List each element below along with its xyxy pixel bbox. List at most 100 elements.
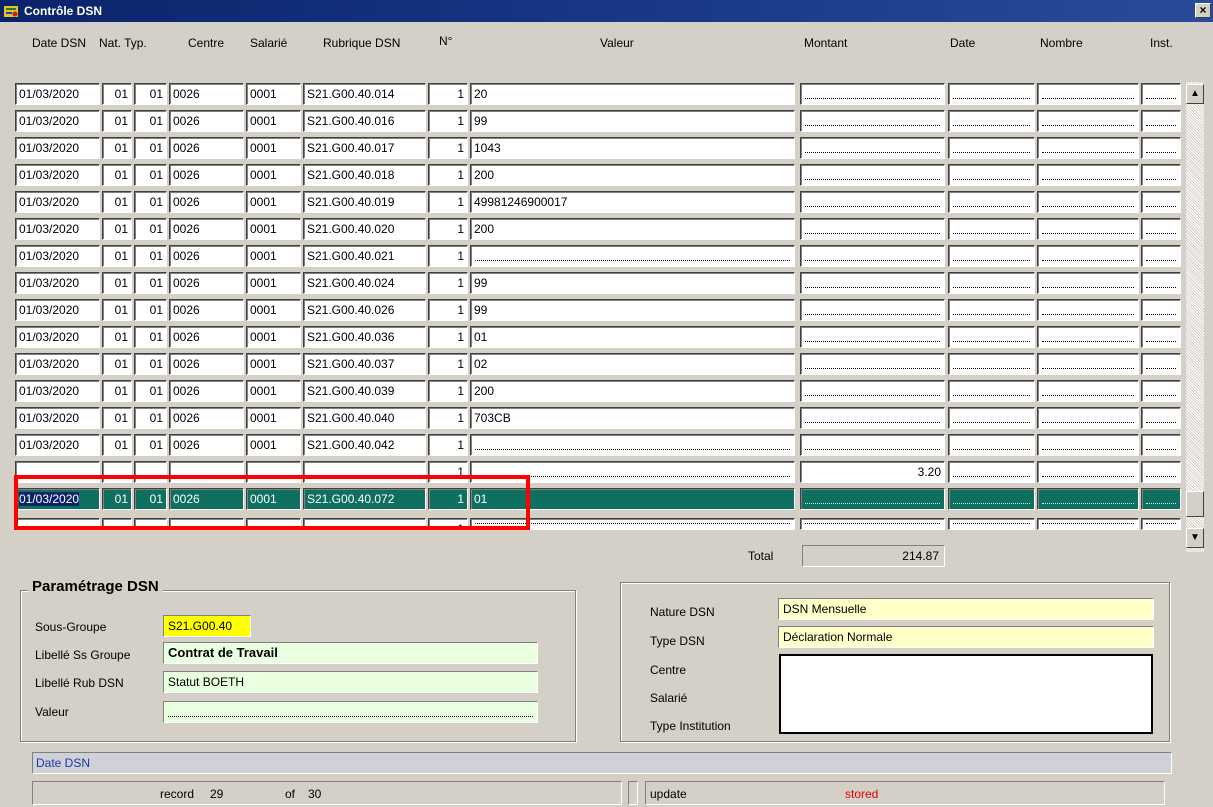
cell-valeur[interactable]: 1043 <box>470 137 795 159</box>
cell-date[interactable]: 01/03/2020 <box>15 326 100 348</box>
cell-centre[interactable]: 0026 <box>169 434 244 456</box>
cell-num[interactable]: 1 <box>428 353 468 375</box>
cell-montant[interactable] <box>800 380 945 402</box>
cell-inst[interactable] <box>1141 353 1181 375</box>
cell-num[interactable]: 1 <box>428 272 468 294</box>
cell-date2[interactable] <box>948 380 1035 402</box>
cell-num[interactable]: 1 <box>428 137 468 159</box>
cell-nat[interactable]: 01 <box>102 272 132 294</box>
cell-valeur[interactable]: 20 <box>470 83 795 105</box>
cell-date2[interactable] <box>948 299 1035 321</box>
cell-num[interactable]: 1 <box>428 407 468 429</box>
valeur-field[interactable] <box>163 701 538 723</box>
scroll-up-icon[interactable]: ▲ <box>1186 84 1204 104</box>
cell-typ[interactable]: 01 <box>134 407 167 429</box>
cell-valeur[interactable]: 49981246900017 <box>470 191 795 213</box>
cell-nat[interactable]: 01 <box>102 137 132 159</box>
cell-nat[interactable]: 01 <box>102 245 132 267</box>
cell-centre[interactable]: 0026 <box>169 191 244 213</box>
cell-salarie[interactable]: 0001 <box>246 272 301 294</box>
cell-typ[interactable]: 01 <box>134 326 167 348</box>
cell-date2[interactable] <box>948 434 1035 456</box>
cell-salarie[interactable]: 0001 <box>246 407 301 429</box>
cell-rubrique[interactable]: S21.G00.40.014 <box>303 83 426 105</box>
cell-nombre[interactable] <box>1037 245 1139 267</box>
cell-salarie[interactable]: 0001 <box>246 326 301 348</box>
cell-inst[interactable] <box>1141 380 1181 402</box>
cell-salarie[interactable]: 0001 <box>246 380 301 402</box>
cell-date2[interactable] <box>948 407 1035 429</box>
cell-date2[interactable] <box>948 83 1035 105</box>
cell-inst[interactable] <box>1141 110 1181 132</box>
cell-num[interactable]: 1 <box>428 434 468 456</box>
cell-salarie[interactable]: 0001 <box>246 299 301 321</box>
cell-rubrique[interactable]: S21.G00.40.042 <box>303 434 426 456</box>
cell-nat[interactable]: 01 <box>102 83 132 105</box>
cell-salarie[interactable]: 0001 <box>246 110 301 132</box>
cell-date[interactable]: 01/03/2020 <box>15 407 100 429</box>
cell-salarie[interactable]: 0001 <box>246 434 301 456</box>
cell-centre[interactable]: 0026 <box>169 110 244 132</box>
vertical-scrollbar[interactable] <box>1186 82 1204 552</box>
cell-nombre[interactable] <box>1037 380 1139 402</box>
cell-montant[interactable] <box>800 245 945 267</box>
cell-inst[interactable] <box>1141 218 1181 240</box>
cell-rubrique[interactable]: S21.G00.40.024 <box>303 272 426 294</box>
cell-inst[interactable] <box>1141 326 1181 348</box>
cell-rubrique[interactable]: S21.G00.40.037 <box>303 353 426 375</box>
cell-montant[interactable] <box>800 488 945 510</box>
cell-nombre[interactable] <box>1037 434 1139 456</box>
cell-date[interactable]: 01/03/2020 <box>15 380 100 402</box>
cell-nombre[interactable] <box>1037 461 1139 483</box>
cell-montant[interactable] <box>800 299 945 321</box>
cell-valeur[interactable]: 200 <box>470 218 795 240</box>
cell-date2[interactable] <box>948 191 1035 213</box>
cell-date[interactable]: 01/03/2020 <box>15 353 100 375</box>
cell-salarie[interactable]: 0001 <box>246 83 301 105</box>
cell-inst[interactable] <box>1141 164 1181 186</box>
cell-typ[interactable]: 01 <box>134 299 167 321</box>
cell-typ[interactable]: 01 <box>134 110 167 132</box>
cell-centre[interactable]: 0026 <box>169 407 244 429</box>
cell-inst[interactable] <box>1141 272 1181 294</box>
cell-centre[interactable]: 0026 <box>169 137 244 159</box>
cell-rubrique[interactable]: S21.G00.40.039 <box>303 380 426 402</box>
cell-nat[interactable]: 01 <box>102 191 132 213</box>
nature-dsn-field[interactable]: DSN Mensuelle <box>778 598 1154 620</box>
cell-montant[interactable] <box>800 137 945 159</box>
cell-montant[interactable] <box>800 83 945 105</box>
cell-salarie[interactable]: 0001 <box>246 218 301 240</box>
cell-inst[interactable] <box>1141 191 1181 213</box>
cell-typ[interactable]: 01 <box>134 245 167 267</box>
cell-num[interactable]: 1 <box>428 326 468 348</box>
cell-montant[interactable] <box>800 434 945 456</box>
cell-nombre[interactable] <box>1037 137 1139 159</box>
cell-valeur[interactable]: 200 <box>470 380 795 402</box>
cell-num[interactable]: 1 <box>428 164 468 186</box>
cell-date[interactable]: 01/03/2020 <box>15 110 100 132</box>
cell-date[interactable]: 01/03/2020 <box>15 245 100 267</box>
libelle-ss-groupe-field[interactable]: Contrat de Travail <box>163 642 538 664</box>
cell-centre[interactable]: 0026 <box>169 353 244 375</box>
cell-salarie[interactable]: 0001 <box>246 353 301 375</box>
cell-salarie[interactable]: 0001 <box>246 137 301 159</box>
cell-rubrique[interactable]: S21.G00.40.016 <box>303 110 426 132</box>
cell-valeur[interactable]: 99 <box>470 272 795 294</box>
cell-nombre[interactable] <box>1037 272 1139 294</box>
cell-num[interactable]: 1 <box>428 245 468 267</box>
cell-date2[interactable] <box>948 110 1035 132</box>
cell-rubrique[interactable]: S21.G00.40.018 <box>303 164 426 186</box>
cell-date2[interactable] <box>948 461 1035 483</box>
cell-typ[interactable]: 01 <box>134 380 167 402</box>
cell-date[interactable]: 01/03/2020 <box>15 164 100 186</box>
cell-date[interactable]: 01/03/2020 <box>15 218 100 240</box>
centre-salarie-institution-panel[interactable] <box>779 654 1153 734</box>
cell-typ[interactable]: 01 <box>134 434 167 456</box>
cell-num[interactable]: 1 <box>428 83 468 105</box>
cell-salarie[interactable]: 0001 <box>246 245 301 267</box>
cell-centre[interactable]: 0026 <box>169 380 244 402</box>
cell-montant[interactable] <box>800 353 945 375</box>
cell-nat[interactable]: 01 <box>102 164 132 186</box>
cell-valeur[interactable]: 99 <box>470 299 795 321</box>
cell-typ[interactable]: 01 <box>134 191 167 213</box>
